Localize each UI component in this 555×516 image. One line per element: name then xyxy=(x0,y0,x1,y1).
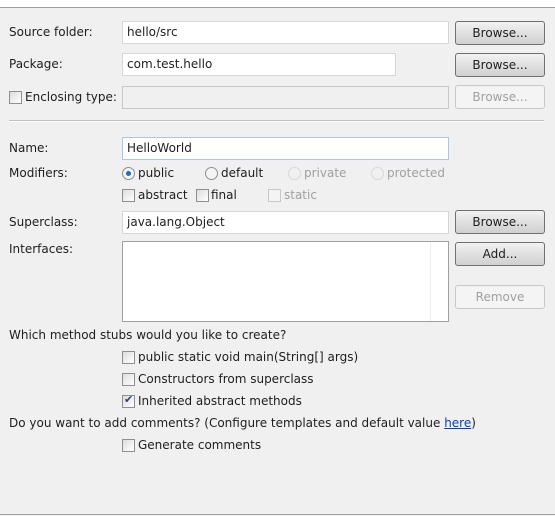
package-input[interactable]: com.test.hello xyxy=(122,53,396,76)
remove-interface-button: Remove xyxy=(455,285,545,309)
comments-question-close: ) xyxy=(471,416,476,430)
final-label: final xyxy=(211,188,237,202)
public-radio[interactable] xyxy=(122,167,135,180)
enclosing-type-checkbox[interactable] xyxy=(9,91,22,104)
configure-templates-link[interactable]: here xyxy=(444,416,471,430)
package-label: Package: xyxy=(9,57,63,71)
static-label: static xyxy=(284,188,317,202)
final-checkbox[interactable] xyxy=(196,189,209,202)
inherited-abstract-label: Inherited abstract methods xyxy=(138,394,302,408)
interfaces-list[interactable] xyxy=(122,241,449,322)
public-label: public xyxy=(138,166,175,180)
constructors-checkbox[interactable] xyxy=(122,373,135,386)
enclosing-type-browse-button: Browse... xyxy=(455,85,545,109)
method-stubs-question: Which method stubs would you like to cre… xyxy=(9,328,287,342)
comments-question-text: Do you want to add comments? (Configure … xyxy=(9,416,445,430)
name-label: Name: xyxy=(9,141,49,155)
enclosing-type-input xyxy=(122,86,449,109)
protected-radio xyxy=(371,167,384,180)
modifiers-label: Modifiers: xyxy=(9,166,68,180)
source-folder-label: Source folder: xyxy=(9,25,93,39)
separator xyxy=(9,120,544,122)
generate-comments-checkbox[interactable] xyxy=(122,439,135,452)
abstract-label: abstract xyxy=(138,188,188,202)
list-column-divider xyxy=(430,242,431,321)
package-browse-button[interactable]: Browse... xyxy=(455,53,545,77)
private-radio xyxy=(288,167,301,180)
comments-question: Do you want to add comments? (Configure … xyxy=(9,415,476,431)
enclosing-type-label: Enclosing type: xyxy=(25,90,117,104)
generate-comments-label: Generate comments xyxy=(138,438,262,452)
inherited-abstract-checkbox[interactable]: ✔ xyxy=(122,393,135,408)
dialog-header-strip xyxy=(0,0,555,8)
checkmark-icon: ✔ xyxy=(124,393,134,406)
name-input[interactable]: HelloWorld xyxy=(122,137,449,160)
abstract-checkbox[interactable] xyxy=(122,189,135,202)
default-radio[interactable] xyxy=(205,167,218,180)
main-method-label: public static void main(String[] args) xyxy=(138,350,359,364)
constructors-label: Constructors from superclass xyxy=(138,372,314,386)
private-label: private xyxy=(304,166,347,180)
source-folder-input[interactable]: hello/src xyxy=(122,21,449,44)
superclass-browse-button[interactable]: Browse... xyxy=(455,210,545,234)
default-label: default xyxy=(221,166,264,180)
main-method-checkbox[interactable] xyxy=(122,351,135,364)
superclass-input[interactable]: java.lang.Object xyxy=(122,211,449,234)
interfaces-label: Interfaces: xyxy=(9,242,74,256)
source-folder-browse-button[interactable]: Browse... xyxy=(455,21,545,45)
add-interface-button[interactable]: Add... xyxy=(455,242,545,266)
static-checkbox xyxy=(268,189,281,202)
dialog-bottom-border xyxy=(0,514,555,515)
protected-label: protected xyxy=(387,166,446,180)
superclass-label: Superclass: xyxy=(9,215,78,229)
